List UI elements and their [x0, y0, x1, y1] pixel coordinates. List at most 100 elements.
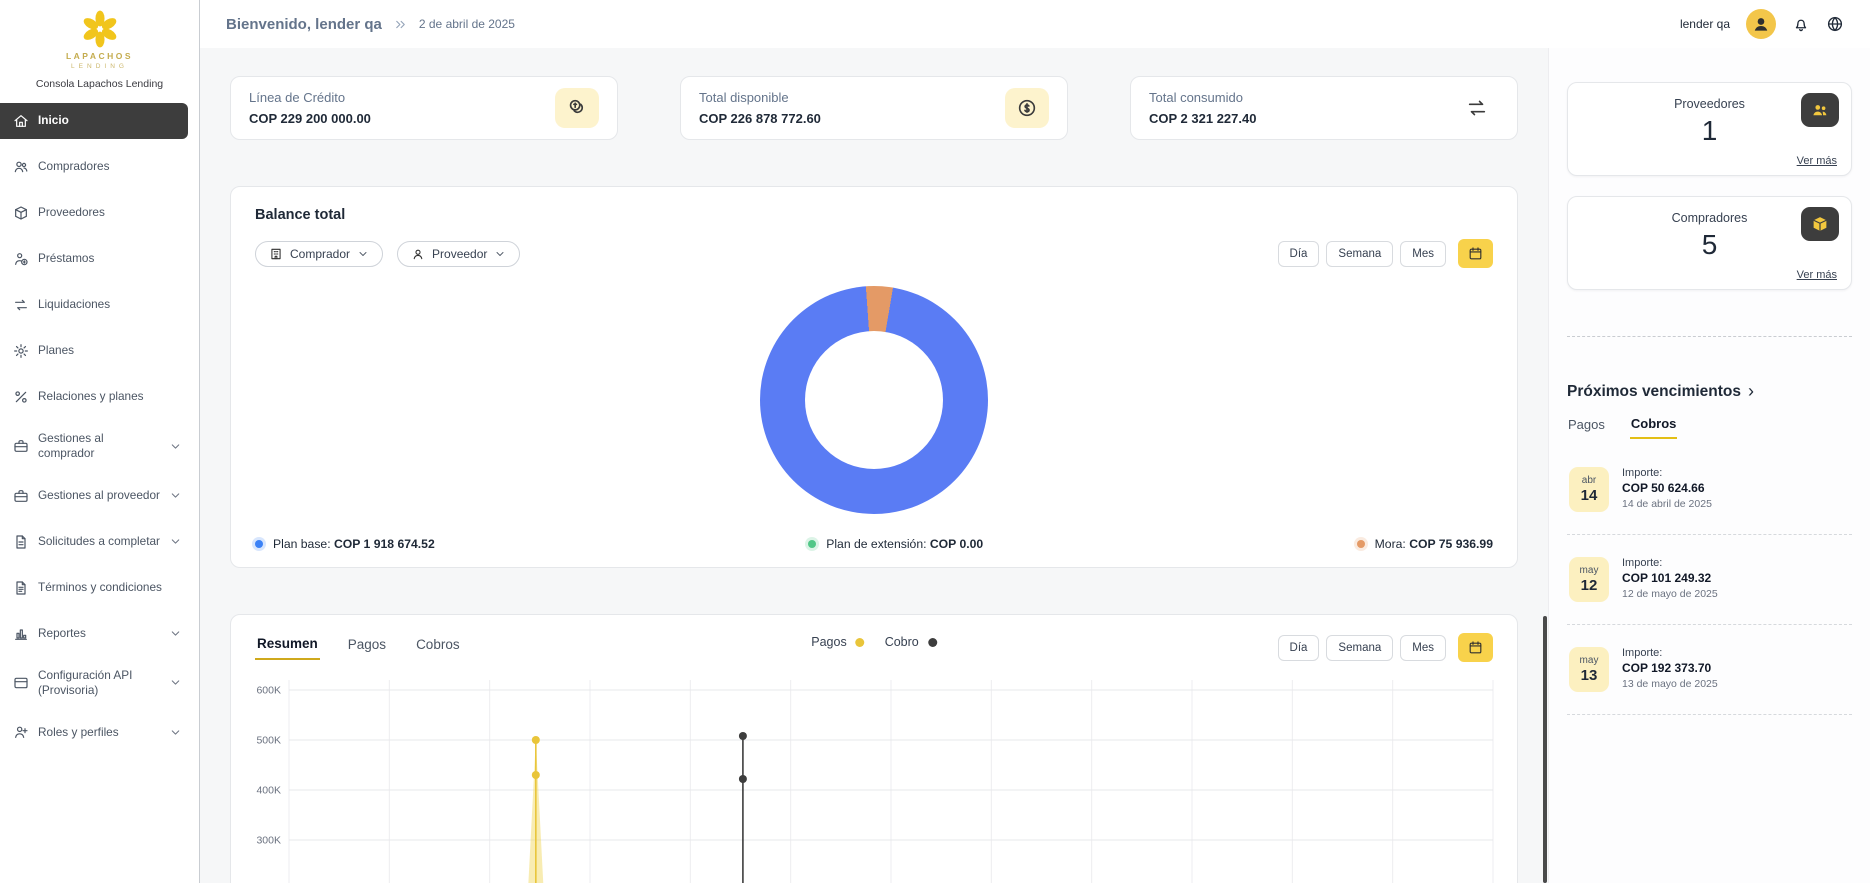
lapachos-logo-icon: [79, 8, 121, 50]
sidebar-item-gestiones-al-proveedor[interactable]: Gestiones al proveedor: [0, 478, 188, 514]
right-panel: Proveedores1Ver másCompradores5Ver más P…: [1548, 48, 1870, 883]
bell-icon[interactable]: [1792, 15, 1810, 33]
stat-card-total-consumido: Total consumido COP 2 321 227.40: [1130, 76, 1518, 140]
briefcase-icon: [13, 438, 29, 454]
gear-icon: [13, 343, 29, 359]
summary-head: ResumenPagosCobros PagosCobro DíaSemanaM…: [255, 633, 1493, 662]
sidebar-item-liquidaciones[interactable]: Liquidaciones: [0, 287, 188, 323]
sidebar-item-solicitudes-a-completar[interactable]: Solicitudes a completar: [0, 524, 188, 560]
calendar-button[interactable]: [1458, 239, 1493, 268]
sidebar: LAPACHOS LENDING Consola Lapachos Lendin…: [0, 0, 200, 883]
ver-mas-link[interactable]: Ver más: [1797, 155, 1837, 167]
topbar: Bienvenido, lender qa 2 de abril de 2025…: [200, 0, 1870, 48]
sidebar-item-inicio[interactable]: Inicio: [0, 103, 188, 139]
package-fill-icon: [1801, 207, 1839, 241]
stat-value: COP 2 321 227.40: [1149, 111, 1256, 126]
period-dia-button[interactable]: Día: [1278, 241, 1320, 267]
period-semana-button[interactable]: Semana: [1326, 241, 1393, 267]
chevron-down-icon: [494, 248, 506, 260]
main-column: Bienvenido, lender qa 2 de abril de 2025…: [200, 0, 1870, 883]
calendar-button[interactable]: [1458, 633, 1493, 662]
balance-period-group: DíaSemana Mes: [1278, 239, 1493, 268]
badge-month: abr: [1582, 475, 1596, 486]
importe-label: Importe:: [1622, 557, 1718, 569]
vencimientos-tab-cobros[interactable]: Cobros: [1630, 416, 1678, 439]
globe-icon[interactable]: [1826, 15, 1844, 33]
sidebar-item-terminos-y-condiciones[interactable]: Términos y condiciones: [0, 570, 188, 606]
sidebar-item-roles-y-perfiles[interactable]: Roles y perfiles: [0, 714, 188, 750]
vencimiento-item[interactable]: may13Importe:COP 192 373.7013 de mayo de…: [1567, 625, 1852, 715]
sidebar-item-label: Configuración API (Provisoria): [38, 668, 160, 699]
vencimiento-item[interactable]: abr14Importe:COP 50 624.6614 de abril de…: [1567, 445, 1852, 535]
chevron-right-icon[interactable]: ›: [1748, 381, 1754, 402]
sidebar-item-label: Solicitudes a completar: [38, 534, 160, 549]
sidebar-item-label: Reportes: [38, 626, 86, 641]
donut-wrap: [255, 286, 1493, 514]
badge-day: 12: [1581, 577, 1598, 594]
vencimientos-list: abr14Importe:COP 50 624.6614 de abril de…: [1567, 445, 1852, 715]
sidebar-item-label: Relaciones y planes: [38, 389, 144, 404]
brand-subname: LENDING: [0, 63, 199, 70]
sidebar-item-label: Gestiones al comprador: [38, 431, 160, 462]
sidebar-item-gestiones-al-comprador[interactable]: Gestiones al comprador: [0, 425, 188, 468]
vencimientos-tab-pagos[interactable]: Pagos: [1567, 416, 1606, 439]
series-dot: [856, 638, 865, 647]
chevron-down-icon: [169, 627, 182, 640]
filter-label: Proveedor: [432, 247, 487, 261]
legend-dot: [808, 540, 816, 548]
main-area: Línea de CréditoCOP 229 200 000.00Total …: [200, 48, 1548, 883]
logo-block: LAPACHOS LENDING: [0, 0, 199, 70]
ver-mas-link[interactable]: Ver más: [1797, 269, 1837, 281]
legend-value: COP 1 918 674.52: [334, 537, 435, 551]
scrollbar-thumb[interactable]: [1543, 616, 1547, 883]
filter-comprador[interactable]: Comprador: [255, 241, 383, 267]
importe-amount: COP 50 624.66: [1622, 481, 1712, 495]
user-name: lender qa: [1680, 17, 1730, 31]
stat-card-total-disponible: Total disponibleCOP 226 878 772.60: [680, 76, 1068, 140]
legend-dot: [255, 540, 263, 548]
avatar[interactable]: [1746, 9, 1776, 39]
sidebar-item-planes[interactable]: Planes: [0, 333, 188, 369]
summary-period-group: DíaSemana Mes: [1278, 633, 1493, 662]
series-legend-pagos: Pagos: [811, 635, 864, 649]
welcome-text: Bienvenido, lender qa: [226, 16, 382, 33]
series-dot: [928, 638, 937, 647]
double-chevron-icon: [393, 17, 408, 32]
sidebar-item-label: Proveedores: [38, 205, 105, 220]
roles-icon: [13, 724, 29, 740]
panel-card-title: Compradores: [1582, 211, 1837, 225]
tab-cobros[interactable]: Cobros: [414, 636, 462, 660]
users-icon: [13, 159, 29, 175]
summary-card: ResumenPagosCobros PagosCobro DíaSemanaM…: [230, 614, 1518, 883]
terms-icon: [13, 580, 29, 596]
sidebar-item-reportes[interactable]: Reportes: [0, 616, 188, 652]
stat-value: COP 229 200 000.00: [249, 111, 371, 126]
transfer-icon: [1455, 88, 1499, 128]
legend-value: COP 0.00: [930, 537, 983, 551]
date-badge: may12: [1569, 557, 1609, 602]
donut-legend-plan-de-extension: Plan de extensión: COP 0.00: [808, 537, 983, 551]
stats-row: Línea de CréditoCOP 229 200 000.00Total …: [230, 76, 1518, 140]
stat-value: COP 226 878 772.60: [699, 111, 821, 126]
stat-title: Total consumido: [1149, 90, 1256, 105]
exchange-icon: [13, 297, 29, 313]
coins-icon: [555, 88, 599, 128]
filter-proveedor[interactable]: Proveedor: [397, 241, 520, 267]
period-dia-button[interactable]: Día: [1278, 635, 1320, 661]
sidebar-item-configuracion-api-provisoria[interactable]: Configuración API (Provisoria): [0, 662, 188, 705]
topbar-right: lender qa: [1680, 9, 1844, 39]
period-mes-button[interactable]: Mes: [1400, 241, 1446, 267]
legend-value: COP 75 936.99: [1409, 537, 1493, 551]
sidebar-item-proveedores[interactable]: Proveedores: [0, 195, 188, 231]
period-semana-button[interactable]: Semana: [1326, 635, 1393, 661]
sidebar-item-relaciones-y-planes[interactable]: Relaciones y planes: [0, 379, 188, 415]
panel-card-count: 5: [1582, 229, 1837, 261]
panel-card-count: 1: [1582, 115, 1837, 147]
sidebar-item-compradores[interactable]: Compradores: [0, 149, 188, 185]
panel-card-proveedores: Proveedores1Ver más: [1567, 82, 1852, 176]
sidebar-item-prestamos[interactable]: Préstamos: [0, 241, 188, 277]
period-mes-button[interactable]: Mes: [1400, 635, 1446, 661]
tab-pagos[interactable]: Pagos: [346, 636, 388, 660]
tab-resumen[interactable]: Resumen: [255, 636, 320, 660]
vencimiento-item[interactable]: may12Importe:COP 101 249.3212 de mayo de…: [1567, 535, 1852, 625]
